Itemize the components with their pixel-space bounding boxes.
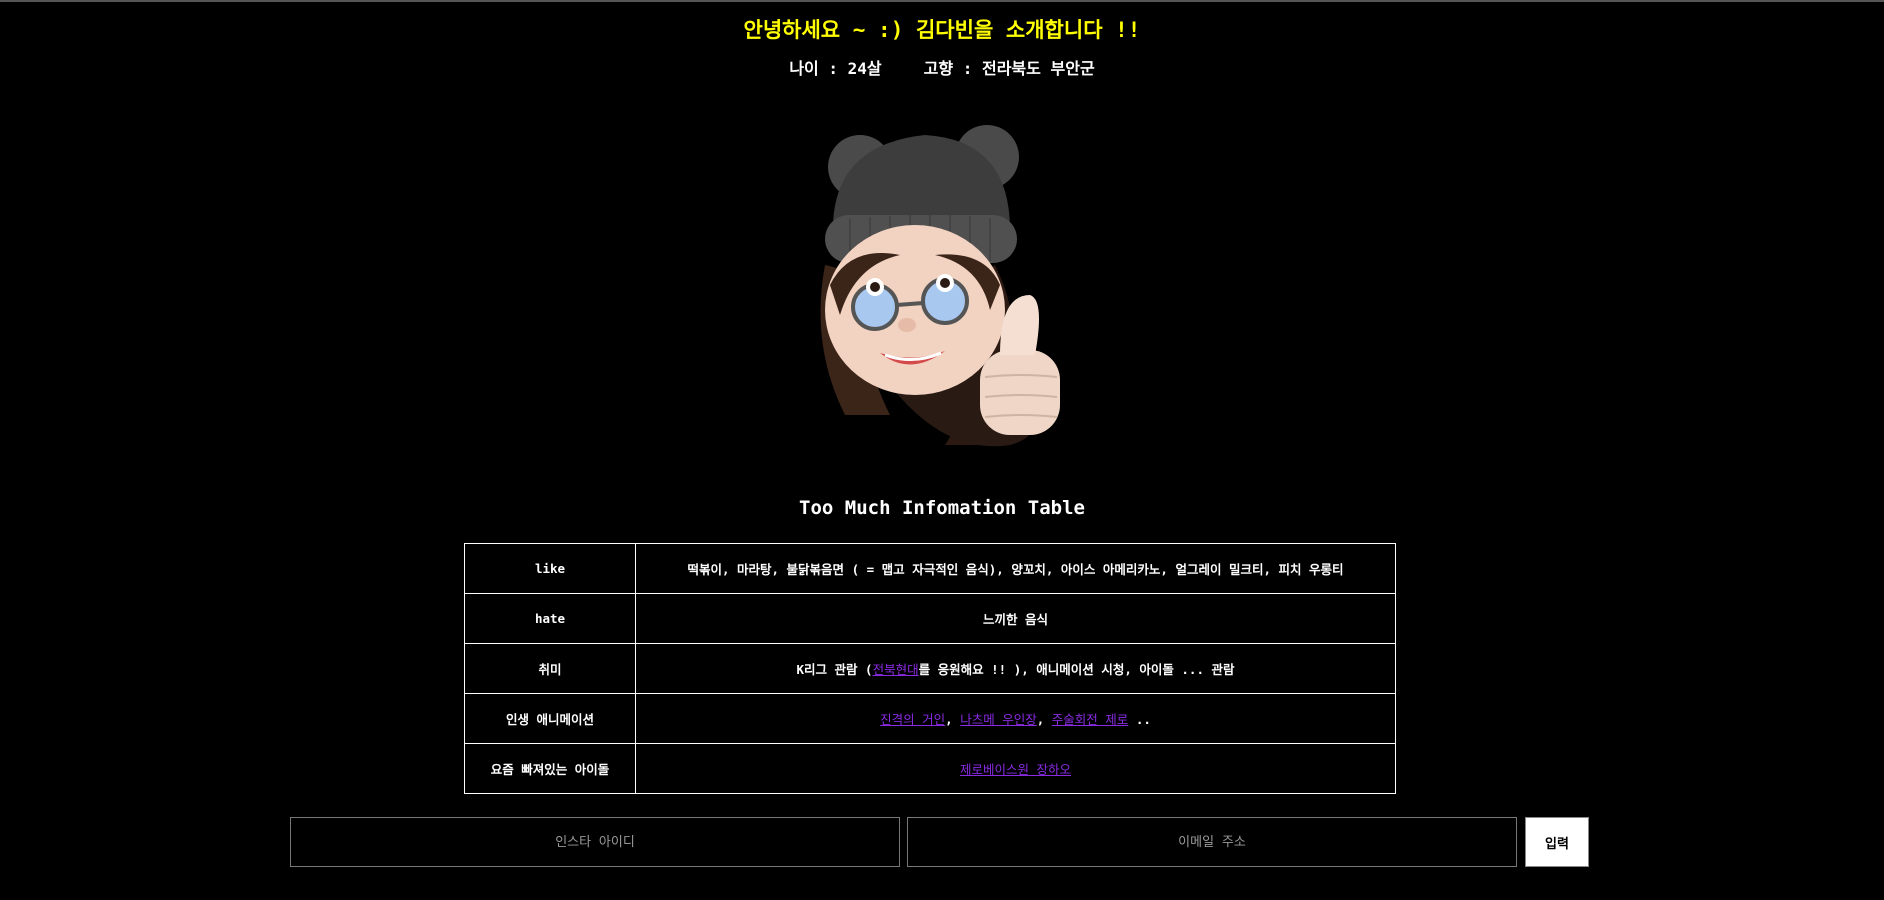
submit-button[interactable]: 입력 <box>1525 817 1589 867</box>
table-row: 인생 애니메이션 진격의 거인, 나츠메 우인장, 주술회전 제로 .. <box>464 693 1396 744</box>
table-row: hate 느끼한 음식 <box>464 593 1396 644</box>
anime-link-2[interactable]: 나츠메 우인장 <box>960 712 1037 727</box>
table-row: 취미 K리그 관람 (전북현대를 응원해요 !! ), 애니메이션 시청, 아이… <box>464 643 1396 694</box>
row-key-hate: hate <box>464 593 636 644</box>
age-text: 나이 : 24살 <box>789 59 882 78</box>
row-key-like: like <box>464 543 636 594</box>
row-key-idol: 요즘 빠져있는 아이돌 <box>464 743 636 794</box>
anime-link-1[interactable]: 진격의 거인 <box>880 712 945 727</box>
hobby-text-after: 를 응원해요 !! ), 애니메이션 시청, 아이돌 ... 관람 <box>918 662 1235 677</box>
anime-link-3[interactable]: 주술회전 제로 <box>1052 712 1129 727</box>
anime-tail: .. <box>1128 712 1151 727</box>
separator: , <box>1036 712 1052 727</box>
idol-link[interactable]: 제로베이스원 장하오 <box>960 762 1071 777</box>
separator: , <box>945 712 961 727</box>
row-value-like: 떡볶이, 마라탕, 불닭볶음면 ( = 맵고 자극적인 음식), 양꼬치, 아이… <box>635 543 1396 594</box>
page-title: 안녕하세요 ~ :) 김다빈을 소개합니다 !! <box>743 18 1141 42</box>
contact-form: 입력 <box>290 817 1590 869</box>
hometown-text: 고향 : 전라북도 부안군 <box>923 59 1095 78</box>
table-title: Too Much Infomation Table <box>799 497 1085 519</box>
jeonbuk-link[interactable]: 전북현대 <box>873 662 919 677</box>
row-value-hate: 느끼한 음식 <box>635 593 1396 644</box>
row-key-anime: 인생 애니메이션 <box>464 693 636 744</box>
profile-summary: 나이 : 24살 고향 : 전라북도 부안군 <box>0 55 1884 79</box>
insta-id-input[interactable] <box>290 817 900 867</box>
memoji-avatar-icon <box>820 125 1060 447</box>
email-input[interactable] <box>907 817 1517 867</box>
row-value-hobby: K리그 관람 (전북현대를 응원해요 !! ), 애니메이션 시청, 아이돌 .… <box>635 643 1396 694</box>
hobby-text-before: K리그 관람 ( <box>796 662 873 677</box>
row-value-idol: 제로베이스원 장하오 <box>635 743 1396 794</box>
info-table: like 떡볶이, 마라탕, 불닭볶음면 ( = 맵고 자극적인 음식), 양꼬… <box>464 543 1396 794</box>
table-row: 요즘 빠져있는 아이돌 제로베이스원 장하오 <box>464 743 1396 794</box>
top-border <box>0 0 1884 2</box>
table-row: like 떡볶이, 마라탕, 불닭볶음면 ( = 맵고 자극적인 음식), 양꼬… <box>464 543 1396 594</box>
row-key-hobby: 취미 <box>464 643 636 694</box>
row-value-anime: 진격의 거인, 나츠메 우인장, 주술회전 제로 .. <box>635 693 1396 744</box>
